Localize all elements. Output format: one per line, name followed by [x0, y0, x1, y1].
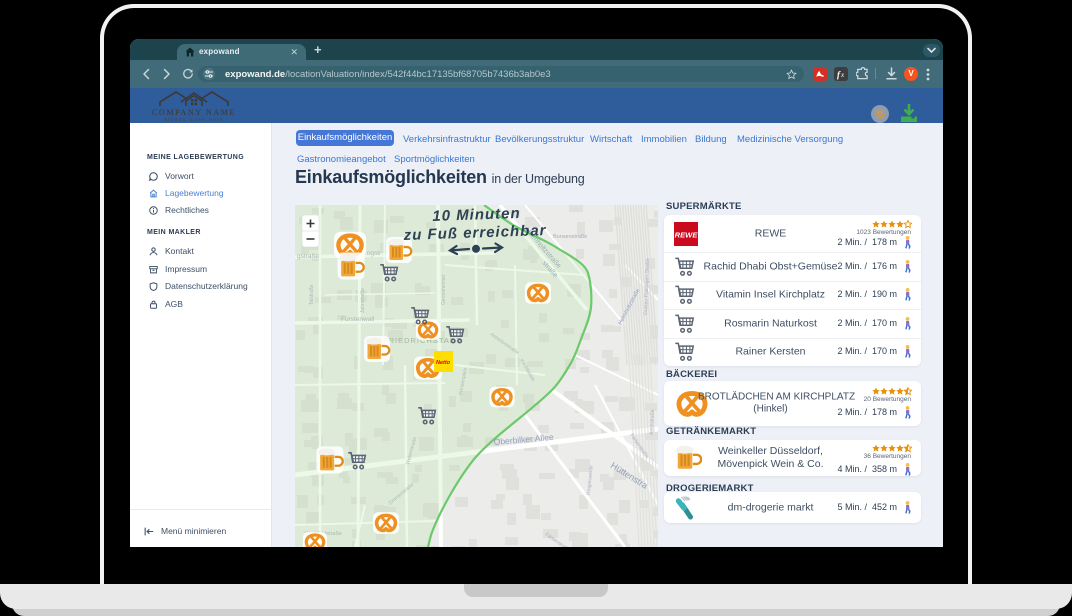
svg-text:Bunsenstraße: Bunsenstraße — [553, 234, 587, 240]
svg-text:Netto: Netto — [436, 360, 451, 366]
svg-text:Aminstraße: Aminstraße — [649, 409, 656, 435]
svg-text:Slogan Goes Here: Slogan Goes Here — [164, 117, 224, 122]
svg-text:REWE: REWE — [675, 230, 698, 239]
svg-text:10 Minuten: 10 Minuten — [432, 205, 521, 225]
svg-text:COMPANY NAME: COMPANY NAME — [152, 108, 236, 117]
